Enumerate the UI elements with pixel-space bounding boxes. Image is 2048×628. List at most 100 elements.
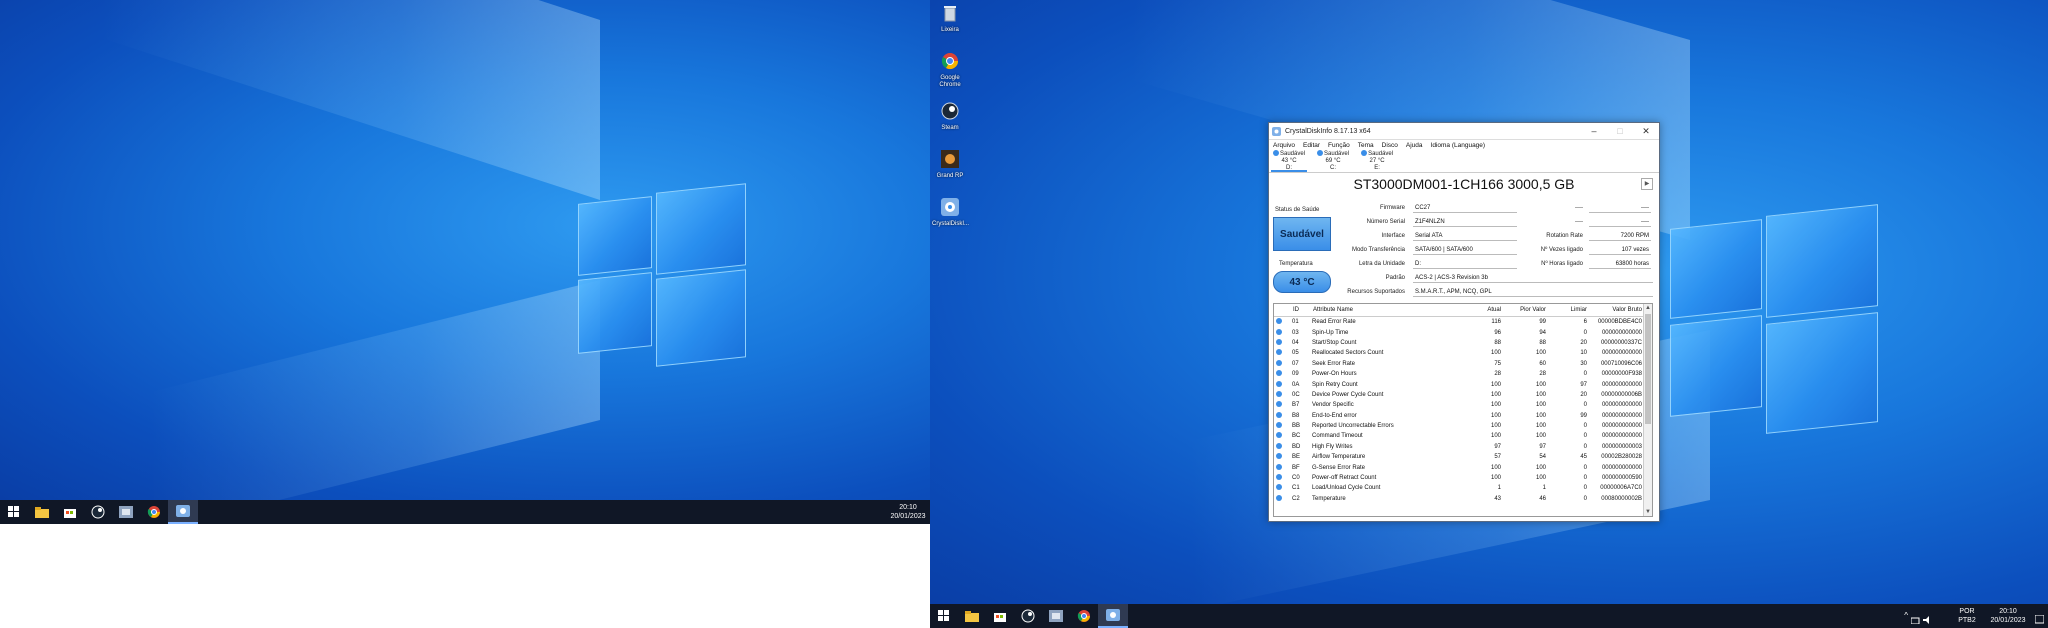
cell-attribute-name: Start/Stop Count: [1312, 339, 1357, 346]
disk-tab-e[interactable]: Saudável 27 °C E:: [1359, 150, 1395, 172]
cell-worst: 54: [1539, 454, 1546, 461]
row-status: [1274, 317, 1292, 328]
table-row[interactable]: BC Command Timeout 100 100 0 000000000000: [1274, 431, 1646, 441]
steam-icon[interactable]: [1014, 604, 1042, 628]
table-row[interactable]: 0A Spin Retry Count 100 100 97 000000000000: [1274, 379, 1646, 389]
column-attribute-name[interactable]: Attribute Name: [1312, 304, 1464, 317]
table-row[interactable]: 0C Device Power Cycle Count 100 100 20 000000…: [1274, 390, 1646, 400]
file-explorer-icon[interactable]: [958, 604, 986, 628]
cell-id: C1: [1292, 485, 1300, 492]
smart-table-body: 01 Read Error Rate 116 99 6 00000BDBE4C0 03 Spi…: [1274, 317, 1646, 505]
disk-tab-d[interactable]: Saudável 43 °C D:: [1271, 150, 1308, 172]
steam-icon[interactable]: [84, 500, 112, 524]
table-scrollbar[interactable]: ▲ ▼: [1643, 304, 1652, 516]
table-row[interactable]: C1 Load/Unload Cycle Count 1 1 0 00000006A7C0: [1274, 483, 1646, 493]
health-dot-icon: [1276, 411, 1282, 418]
desktop-icon-crystaldiskinfo[interactable]: CrystalDiskI...: [932, 198, 969, 228]
chrome-icon[interactable]: [140, 500, 168, 524]
menu-funcao[interactable]: Função: [1328, 142, 1350, 149]
disk-tab-c[interactable]: Saudável 69 °C C:: [1315, 150, 1351, 172]
column-raw-value[interactable]: Valor Bruto: [1591, 304, 1646, 317]
store-icon[interactable]: [56, 500, 84, 524]
volume-icon[interactable]: [1923, 611, 1932, 628]
table-row[interactable]: 05 Reallocated Sectors Count 100 100 10 00000…: [1274, 348, 1646, 358]
menu-arquivo[interactable]: Arquivo: [1273, 142, 1295, 149]
cell-attribute-name: Spin-Up Time: [1312, 329, 1349, 336]
menu-tema[interactable]: Tema: [1358, 142, 1374, 149]
temperature-label: Temperatura: [1279, 261, 1313, 267]
desktop-icon-recycle-bin[interactable]: Lixeira: [932, 4, 968, 34]
cell-threshold: 99: [1580, 412, 1587, 419]
table-row[interactable]: B8 End-to-End error 100 100 99 000000000000: [1274, 411, 1646, 421]
cell-raw-value: 000000000000: [1601, 433, 1642, 440]
menu-idioma[interactable]: Idioma (Language): [1431, 142, 1486, 149]
desktop-icon-chrome[interactable]: Google Chrome: [932, 52, 968, 89]
rotation-value: 7200 RPM: [1589, 231, 1651, 241]
next-disk-button[interactable]: ▶: [1641, 178, 1653, 190]
maximize-button[interactable]: □: [1607, 123, 1633, 139]
minimize-button[interactable]: –: [1581, 123, 1607, 139]
right-clock[interactable]: 20:10 20/01/2023: [1986, 607, 2030, 625]
cell-current: 88: [1494, 339, 1501, 346]
chrome-icon[interactable]: [1070, 604, 1098, 628]
left-clock[interactable]: 20:10 20/01/2023: [888, 503, 928, 521]
title-bar[interactable]: CrystalDiskInfo 8.17.13 x64 – □ ✕: [1269, 123, 1659, 140]
column-worst[interactable]: Pior Valor: [1505, 304, 1550, 317]
table-row[interactable]: 01 Read Error Rate 116 99 6 00000BDBE4C0: [1274, 317, 1646, 328]
table-row[interactable]: 07 Seek Error Rate 75 60 30 000710096C06: [1274, 359, 1646, 369]
column-id[interactable]: ID: [1292, 304, 1312, 317]
table-row[interactable]: BD High Fly Writes 97 97 0 000000000003: [1274, 442, 1646, 452]
start-icon[interactable]: [930, 604, 958, 628]
cell-raw-value: 000000000000: [1601, 381, 1642, 388]
start-icon[interactable]: [0, 500, 28, 524]
network-icon[interactable]: [1910, 611, 1920, 628]
table-row[interactable]: BE Airflow Temperature 57 54 45 00002B280028: [1274, 452, 1646, 462]
menu-disco[interactable]: Disco: [1382, 142, 1398, 149]
disk-status: Saudável: [1368, 151, 1394, 157]
row-status: [1274, 338, 1292, 348]
cell-id: BB: [1292, 423, 1301, 430]
store-icon[interactable]: [986, 604, 1014, 628]
cell-raw-value: 000000000000: [1601, 350, 1642, 357]
close-button[interactable]: ✕: [1633, 123, 1659, 139]
disk-model-text: ST3000DM001-1CH166 3000,5 GB: [1353, 176, 1575, 192]
table-row[interactable]: B7 Vendor Specific 100 100 0 000000000000: [1274, 400, 1646, 410]
table-row[interactable]: 04 Start/Stop Count 88 88 20 00000000337C: [1274, 338, 1646, 348]
health-dot-icon: [1276, 494, 1282, 501]
health-dot-icon: [1276, 432, 1282, 439]
notification-icon[interactable]: [2034, 611, 2045, 628]
menu-ajuda[interactable]: Ajuda: [1406, 142, 1423, 149]
smart-attributes-table[interactable]: ID Attribute Name Atual Pior Valor Limia…: [1273, 303, 1653, 517]
health-status-button[interactable]: Saudável: [1273, 217, 1331, 251]
file-explorer-icon[interactable]: [28, 500, 56, 524]
tray-chevron-icon[interactable]: ^: [1904, 611, 1908, 620]
table-row[interactable]: BB Reported Uncorrectable Errors 100 100 0 00…: [1274, 421, 1646, 431]
scroll-down-icon[interactable]: ▼: [1644, 508, 1652, 516]
crystaldiskinfo-icon[interactable]: [168, 500, 198, 524]
desktop-icon-game[interactable]: Grand RP: [932, 150, 968, 180]
left-taskbar: 20:10 20/01/2023: [0, 500, 930, 524]
cell-current: 100: [1490, 412, 1501, 419]
input-language[interactable]: POR PTB2: [1954, 607, 1980, 625]
serial-value: Z1F4NLZN: [1413, 217, 1517, 227]
crystaldiskinfo-icon[interactable]: [1098, 604, 1128, 628]
column-current[interactable]: Atual: [1464, 304, 1505, 317]
cell-id: 0A: [1292, 381, 1300, 388]
health-dot-icon: [1276, 422, 1282, 429]
scroll-thumb[interactable]: [1645, 314, 1651, 424]
scroll-up-icon[interactable]: ▲: [1644, 304, 1652, 312]
table-row[interactable]: 03 Spin-Up Time 96 94 0 000000000000: [1274, 327, 1646, 337]
cpu-app-icon[interactable]: [1042, 604, 1070, 628]
table-row[interactable]: C2 Temperature 43 46 0 00080000002B: [1274, 494, 1646, 504]
desktop-icon-steam[interactable]: Steam: [932, 102, 968, 132]
table-row[interactable]: BF G-Sense Error Rate 100 100 0 000000000000: [1274, 462, 1646, 472]
table-row[interactable]: C0 Power-off Retract Count 100 100 0 00000000…: [1274, 473, 1646, 483]
column-threshold[interactable]: Limiar: [1550, 304, 1591, 317]
cell-id: BE: [1292, 454, 1301, 461]
cpu-app-icon[interactable]: [112, 500, 140, 524]
menu-editar[interactable]: Editar: [1303, 142, 1320, 149]
app-icon: [1272, 126, 1281, 136]
crystaldiskinfo-window[interactable]: CrystalDiskInfo 8.17.13 x64 – □ ✕ Arquiv…: [1268, 122, 1660, 522]
disk-letter: C:: [1330, 165, 1337, 171]
table-row[interactable]: 09 Power-On Hours 28 28 0 00000000F938: [1274, 369, 1646, 379]
